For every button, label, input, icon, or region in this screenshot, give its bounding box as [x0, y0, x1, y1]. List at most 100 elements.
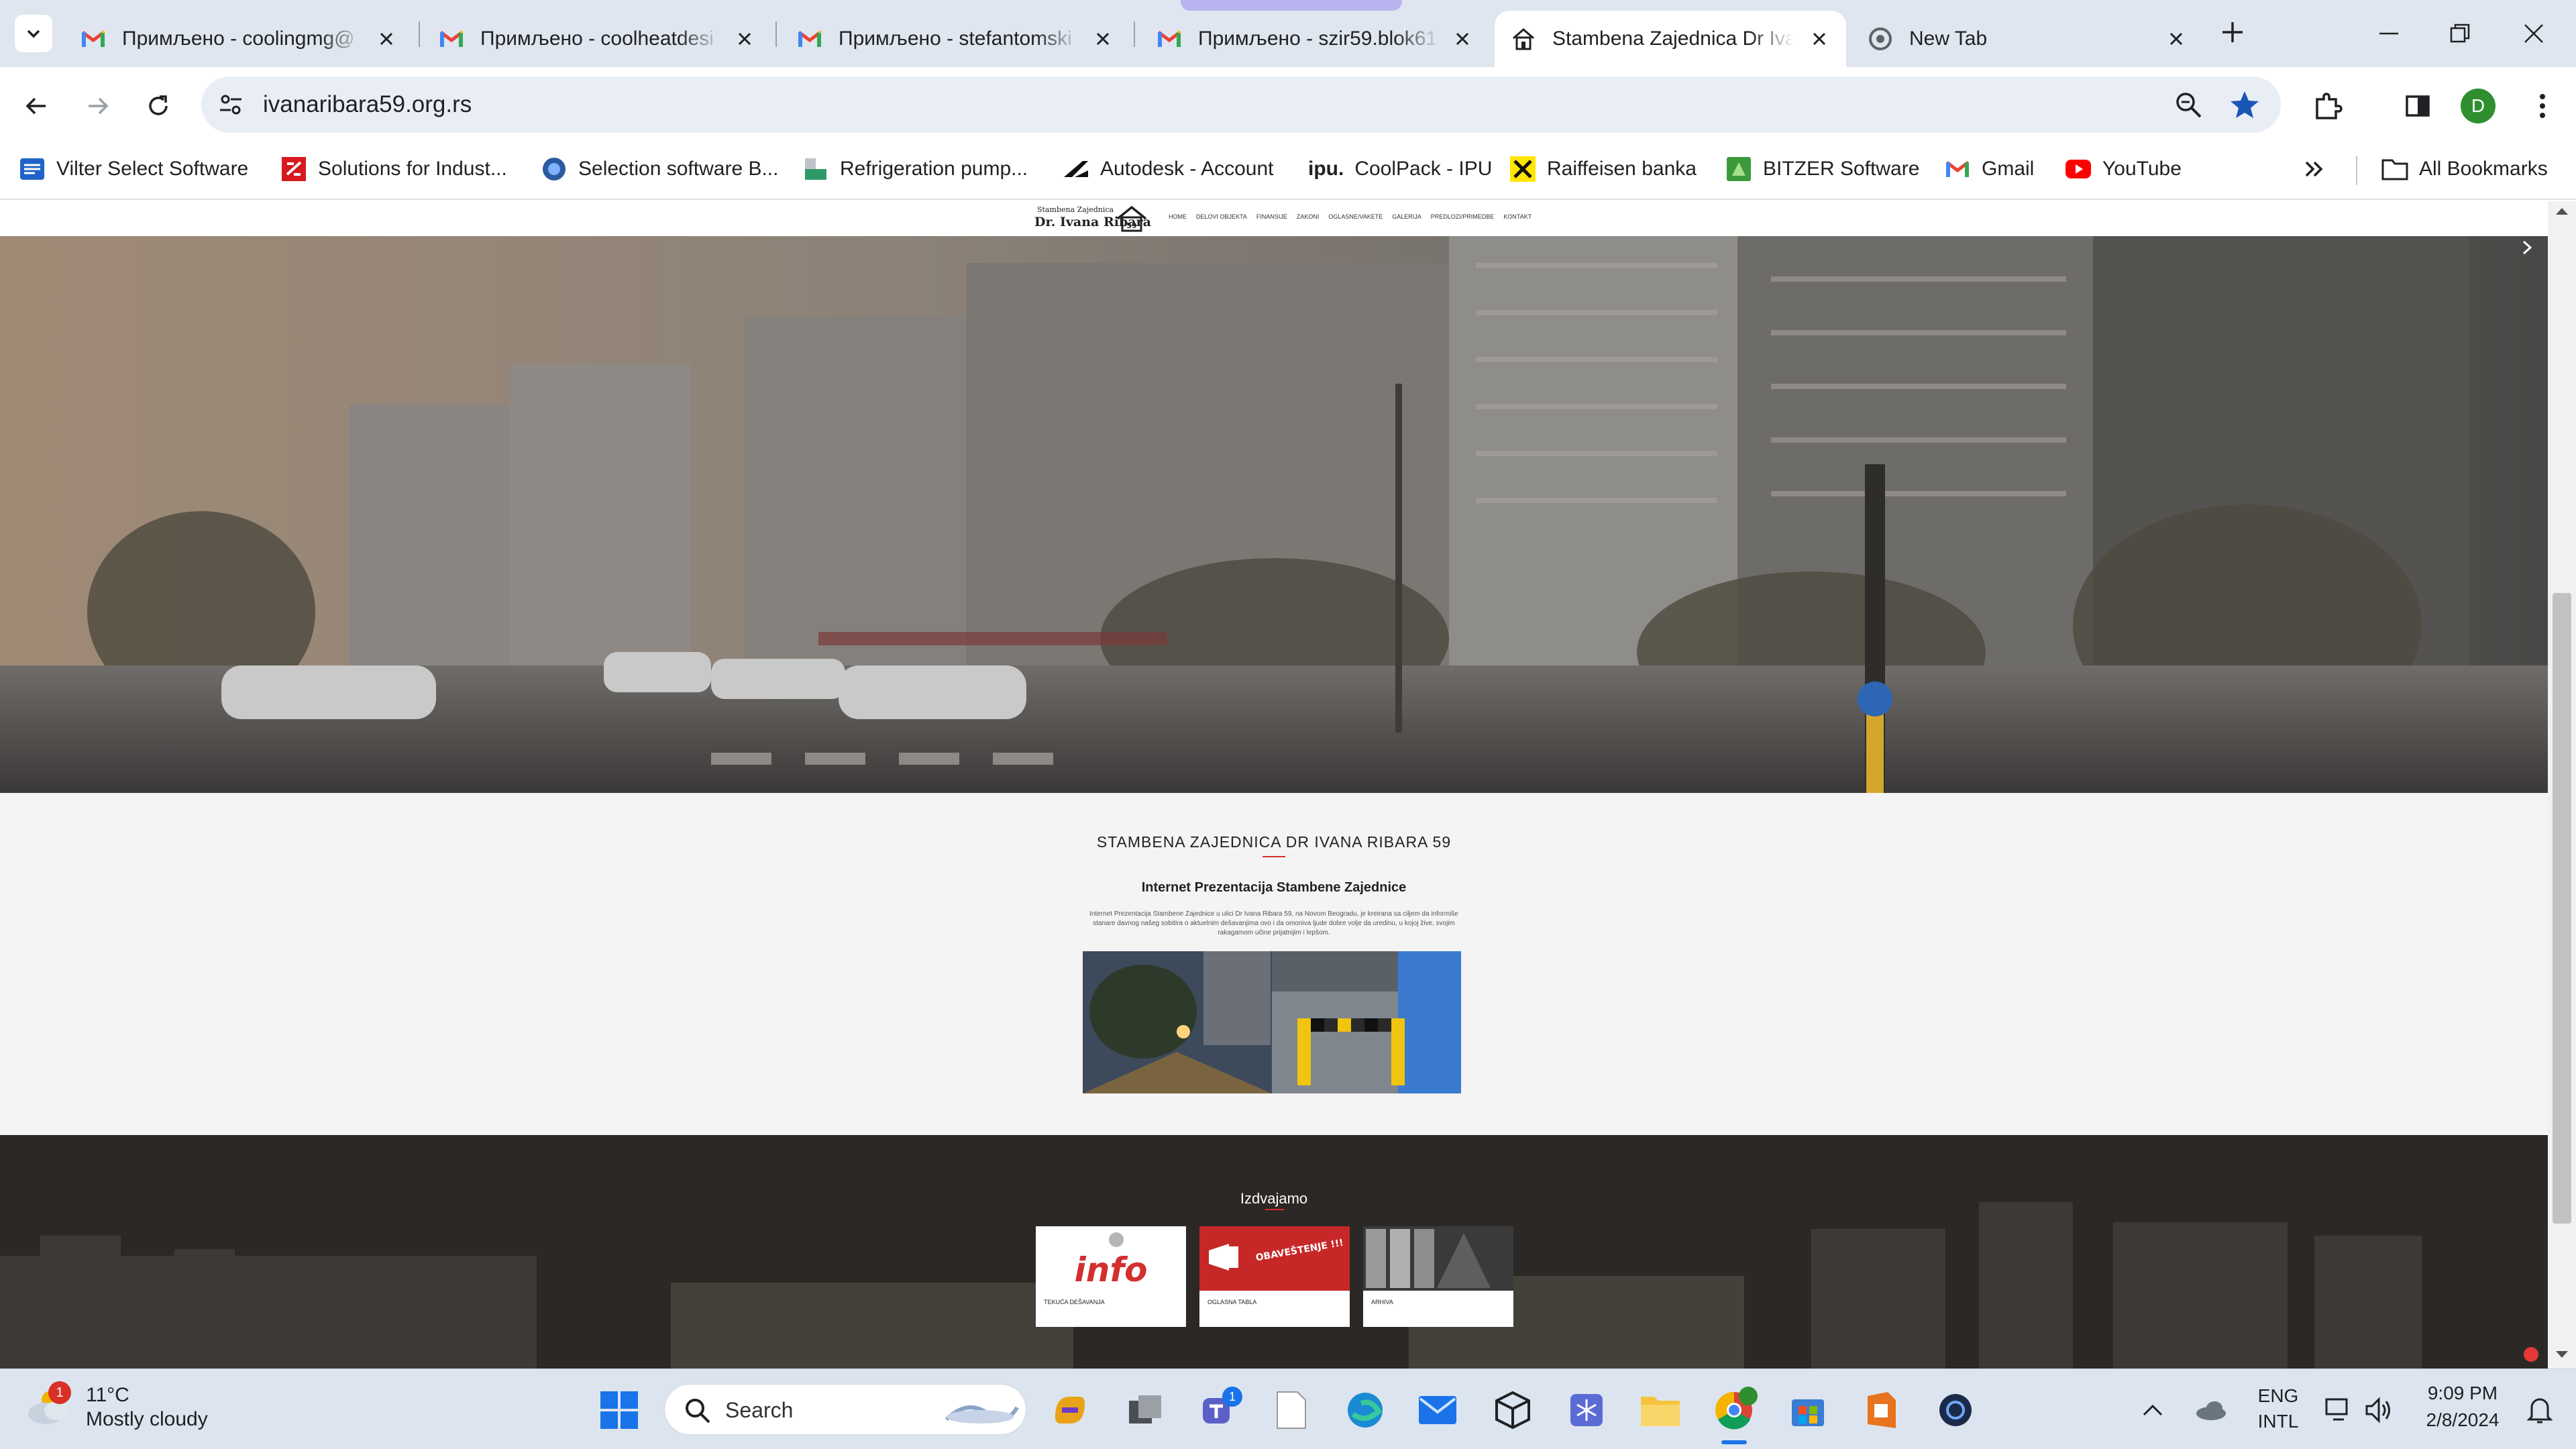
- close-tab-icon[interactable]: [1453, 30, 1472, 48]
- bookmark-selection[interactable]: Selection software B...: [541, 150, 778, 188]
- notifications-button[interactable]: [2520, 1387, 2560, 1434]
- language-line-1[interactable]: ENG: [2251, 1385, 2305, 1407]
- close-tab-icon[interactable]: [2167, 30, 2186, 48]
- language-line-2[interactable]: INTL: [2251, 1411, 2305, 1432]
- side-panel-button[interactable]: [2398, 86, 2438, 126]
- folder-icon: [1641, 1397, 1680, 1426]
- taskbar-task-view[interactable]: [1122, 1387, 1169, 1434]
- close-tab-icon[interactable]: [1093, 30, 1112, 48]
- site-settings-icon[interactable]: [217, 91, 244, 118]
- taskbar-notepad[interactable]: [1268, 1387, 1315, 1434]
- nav-kontakt[interactable]: KONTAKT: [1503, 213, 1532, 220]
- scrollbar-thumb[interactable]: [2553, 593, 2571, 1224]
- zoom-icon[interactable]: [2174, 90, 2203, 119]
- chevron-down-icon: [27, 30, 40, 38]
- tab-title: Примљено - coolheatdesi: [480, 28, 714, 50]
- taskbar-store[interactable]: [1784, 1387, 1831, 1434]
- taskbar-mail[interactable]: [1414, 1387, 1461, 1434]
- taskbar-copilot[interactable]: [1046, 1387, 1093, 1434]
- tab-gmail-1[interactable]: Примљено - coolingmg@: [64, 11, 413, 67]
- url-text[interactable]: ivanaribara59.org.rs: [263, 91, 472, 118]
- folder-icon: [2381, 156, 2408, 182]
- all-bookmarks-button[interactable]: All Bookmarks: [2381, 150, 2548, 188]
- tray-overflow-button[interactable]: [2136, 1387, 2169, 1434]
- bookmark-vilter[interactable]: Vilter Select Software: [19, 150, 248, 188]
- tray-network[interactable]: [2318, 1387, 2359, 1434]
- clock-time[interactable]: 9:09 PM: [2412, 1383, 2513, 1404]
- scroll-top-button[interactable]: [2524, 1347, 2538, 1362]
- tab-gmail-2[interactable]: Примљено - coolheatdesi: [423, 11, 771, 67]
- card-arhiva[interactable]: ARHIVA: [1363, 1226, 1513, 1327]
- taskbar-edge[interactable]: [1342, 1387, 1389, 1434]
- profile-avatar[interactable]: D: [2461, 89, 2496, 123]
- close-tab-icon[interactable]: [1810, 30, 1829, 48]
- bookmark-bitzer[interactable]: BITZER Software: [1725, 150, 1919, 188]
- nav-oglasne[interactable]: OGLASNE/VAKETE: [1328, 213, 1383, 220]
- close-tab-icon[interactable]: [377, 30, 396, 48]
- search-highlight-icon: [945, 1405, 1019, 1424]
- taskbar-file-explorer[interactable]: [1637, 1387, 1684, 1434]
- tab-title: New Tab: [1909, 28, 1988, 50]
- bookmark-label: Solutions for Indust...: [318, 158, 507, 180]
- bookmark-raiffeisen[interactable]: Raiffeisen banka: [1509, 150, 1697, 188]
- bookmark-coolpack[interactable]: ipu. CoolPack - IPU: [1308, 150, 1492, 188]
- nav-predlozi[interactable]: PREDLOZI/PRIMEDBE: [1431, 213, 1495, 220]
- tray-onedrive[interactable]: [2191, 1387, 2231, 1434]
- address-bar[interactable]: ivanaribara59.org.rs: [201, 76, 2281, 133]
- tray-volume[interactable]: [2359, 1387, 2399, 1434]
- scroll-up-icon[interactable]: [2555, 207, 2569, 216]
- tab-gmail-3[interactable]: Примљено - stefantomski: [781, 11, 1130, 67]
- tab-gmail-4[interactable]: Примљено - szir59.blok61: [1140, 11, 1489, 67]
- card-oglasna-tabla[interactable]: OBAVEŠTENJE !!! OGLASNA TABLA: [1199, 1226, 1350, 1327]
- nav-galerija[interactable]: GALERIJA: [1392, 213, 1421, 220]
- close-tab-icon[interactable]: [735, 30, 754, 48]
- nav-delovi-objekta[interactable]: DELOVI OBJEKTA: [1196, 213, 1247, 220]
- tab-new-tab[interactable]: New Tab: [1851, 11, 2203, 67]
- bell-icon: [2526, 1398, 2553, 1424]
- start-button[interactable]: [596, 1387, 643, 1434]
- nav-finansije[interactable]: FINANSIJE: [1256, 213, 1287, 220]
- close-window-button[interactable]: [2491, 0, 2576, 67]
- taskbar-search[interactable]: Search: [664, 1384, 1026, 1435]
- snowflake-app-icon: [1570, 1394, 1603, 1426]
- site-logo[interactable]: Stambena Zajednica Dr. Ivana Ribara 59: [1033, 204, 1151, 233]
- restore-button[interactable]: [2418, 0, 2502, 67]
- taskbar-app-snowflake[interactable]: [1563, 1387, 1610, 1434]
- reload-button[interactable]: [138, 86, 178, 126]
- nav-home[interactable]: HOME: [1169, 213, 1187, 220]
- new-tab-icon[interactable]: [2219, 19, 2246, 46]
- taskbar-chrome[interactable]: [1711, 1387, 1758, 1444]
- bookmarks-overflow-button[interactable]: [2302, 150, 2326, 188]
- weather-widget[interactable]: 1: [24, 1381, 78, 1434]
- taskbar-teams[interactable]: 1: [1195, 1387, 1242, 1434]
- tab-search-button[interactable]: [15, 15, 52, 52]
- bookmark-refrigeration[interactable]: Refrigeration pump...: [802, 150, 1028, 188]
- bookmark-solutions[interactable]: Solutions for Indust...: [280, 150, 507, 188]
- bookmark-gmail[interactable]: Gmail: [1944, 150, 2034, 188]
- bookmark-youtube[interactable]: YouTube: [2065, 150, 2182, 188]
- reload-icon: [149, 95, 168, 115]
- gmail-icon: [797, 26, 822, 52]
- card-tekuca-desavanja[interactable]: info TEKUĆA DEŠAVANJA: [1036, 1226, 1186, 1327]
- feature-section: Izdvajamo info TEKUĆA DEŠAVANJA OBAVEŠTE…: [0, 1135, 2548, 1368]
- back-button[interactable]: [16, 86, 56, 126]
- close-icon: [2524, 24, 2543, 43]
- nav-zakoni[interactable]: ZAKONI: [1297, 213, 1320, 220]
- chevron-double-right-icon: [2305, 161, 2323, 177]
- clock-date[interactable]: 2/8/2024: [2412, 1409, 2513, 1431]
- taskbar-app-camera[interactable]: [1932, 1387, 1979, 1434]
- taskbar-office[interactable]: [1858, 1387, 1905, 1434]
- tab-separator: [1134, 21, 1135, 47]
- slider-next-icon[interactable]: [2516, 236, 2538, 259]
- bookmark-autodesk[interactable]: Autodesk - Account: [1063, 150, 1274, 188]
- bookmark-star-icon[interactable]: [2229, 89, 2261, 121]
- page-scrollbar[interactable]: [2548, 201, 2576, 1368]
- search-icon: [686, 1399, 710, 1424]
- tab-stambena-zajednica[interactable]: Stambena Zajednica Dr Ivan: [1495, 11, 1846, 67]
- intro-title-underline: [1263, 856, 1285, 857]
- forward-button[interactable]: [78, 86, 118, 126]
- extensions-button[interactable]: [2308, 86, 2348, 126]
- taskbar-app-cube[interactable]: [1489, 1387, 1536, 1434]
- scroll-down-icon[interactable]: [2555, 1350, 2569, 1359]
- browser-menu-button[interactable]: [2522, 86, 2563, 126]
